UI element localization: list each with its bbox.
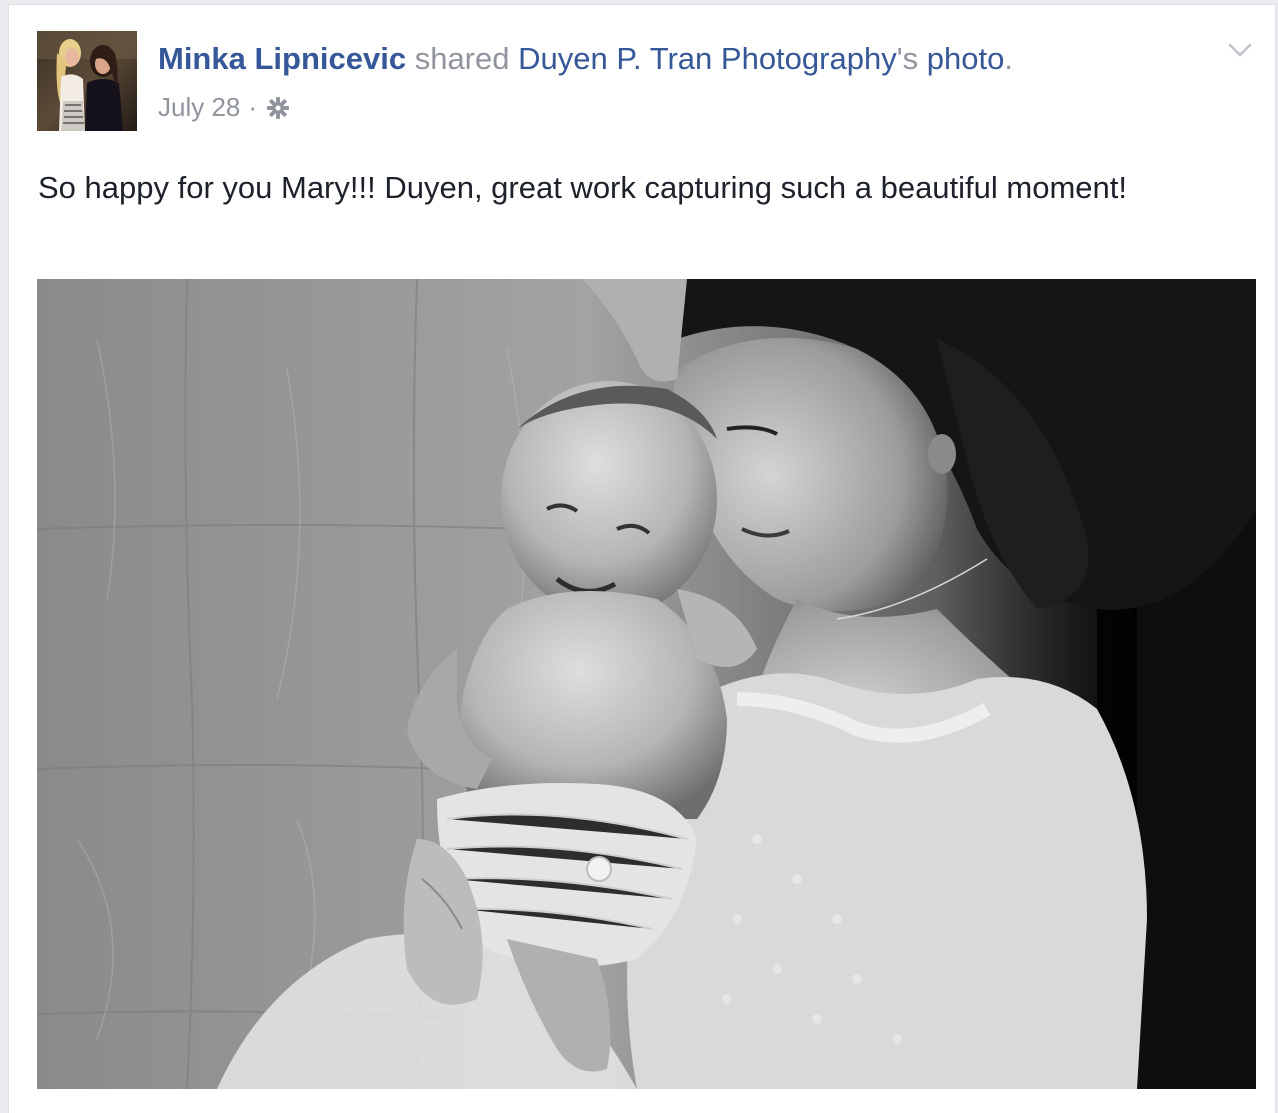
story-byline: Minka Lipnicevic shared Duyen P. Tran Ph… [158,39,1013,79]
chevron-down-icon[interactable] [1225,35,1255,65]
post-timestamp[interactable]: July 28 [158,89,240,125]
possessive-suffix: 's [896,41,919,76]
post-message: So happy for you Mary!!! Duyen, great wo… [38,170,1127,205]
mother-and-baby-photo [37,279,1256,1089]
shared-verb: shared [414,41,510,76]
byline-period: . [1004,41,1013,76]
gear-icon[interactable] [265,94,291,120]
page-name-link[interactable]: Duyen P. Tran Photography [518,41,897,76]
feed-story-card: Minka Lipnicevic shared Duyen P. Tran Ph… [8,4,1276,1113]
actor-name-link[interactable]: Minka Lipnicevic [158,41,406,76]
avatar-image [37,31,137,131]
meta-separator: · [248,92,258,122]
photo-link[interactable]: photo [927,41,1005,76]
profile-avatar[interactable] [37,31,137,131]
shared-photo[interactable] [37,279,1256,1089]
story-meta: July 28 · [158,89,291,125]
